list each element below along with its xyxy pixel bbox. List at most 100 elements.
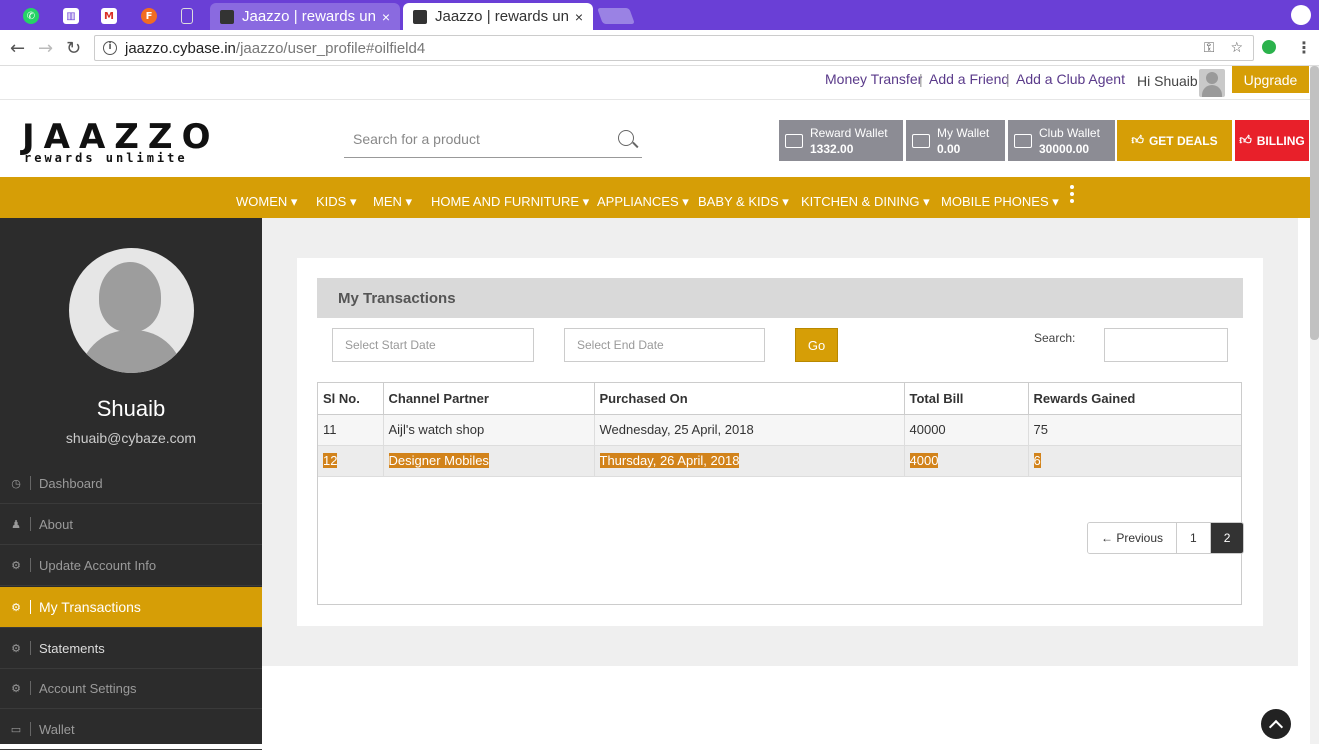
search-icon[interactable] (618, 130, 634, 146)
cell-purchased-on: Wednesday, 25 April, 2018 (594, 414, 905, 446)
feed-tab[interactable]: F (134, 4, 164, 28)
address-bar[interactable]: i jaazzo.cybase.in/jaazzo/user_profile#o… (94, 35, 1254, 61)
key-icon[interactable]: ⚿ (1204, 40, 1215, 56)
category-mobile-phones[interactable]: MOBILE PHONES ▾ (941, 194, 1059, 210)
gear-icon: ⚙ (11, 681, 21, 695)
sidebar-item-dashboard[interactable]: ◷ Dashboard (0, 463, 262, 504)
reward-wallet-value: 1332.00 (810, 141, 854, 156)
add-club-agent-link[interactable]: Add a Club Agent (1016, 71, 1125, 87)
profile-sidebar: Shuaib shuaib@cybaze.com ◷ Dashboard ♟ Abo… (0, 218, 262, 750)
column-header-purchased-on[interactable]: Purchased On (594, 383, 905, 415)
my-wallet-button[interactable]: My Wallet 0.00 (906, 120, 1005, 161)
category-nav: WOMEN ▾ KIDS ▾ MEN ▾ HOME AND FURNITURE … (0, 177, 1310, 218)
add-friend-link[interactable]: Add a Friend (929, 71, 1009, 87)
cell-sl-no: 11 (318, 414, 384, 446)
column-header-rewards-gained[interactable]: Rewards Gained (1028, 383, 1241, 415)
tab-close-icon[interactable]: × (575, 9, 583, 25)
bookmark-star-icon[interactable]: ☆ (1230, 40, 1243, 56)
category-kids[interactable]: KIDS ▾ (316, 194, 356, 210)
sidebar-item-account-settings[interactable]: ⚙ Account Settings (0, 668, 262, 709)
product-search (344, 122, 642, 158)
tab-jaazzo-1[interactable]: Jaazzo | rewards un × (210, 3, 400, 30)
category-women[interactable]: WOMEN ▾ (236, 194, 297, 210)
sidebar-item-update-account-info[interactable]: ⚙ Update Account Info (0, 545, 262, 586)
table-search-input[interactable] (1104, 328, 1228, 362)
gear-icon: ⚙ (11, 641, 21, 655)
forward-arrow-icon[interactable]: → (38, 38, 53, 59)
document-icon (181, 8, 193, 24)
start-date-input[interactable] (332, 328, 534, 362)
user-greeting: Hi Shuaib ! (1137, 73, 1206, 89)
go-button[interactable]: Go (795, 328, 838, 362)
category-men[interactable]: MEN ▾ (373, 194, 412, 210)
thumbs-up-icon: 👍︎ (1239, 133, 1252, 147)
site-info-icon[interactable]: i (103, 41, 117, 55)
gmail-icon: M (101, 8, 117, 24)
table-row[interactable]: 12 Designer Mobiles Thursday, 26 April, … (318, 445, 1241, 477)
jaazzo-favicon-icon (413, 9, 427, 24)
trello-icon: ▥ (63, 8, 79, 24)
url-host: jaazzo.cybase.in (125, 39, 236, 57)
user-avatar[interactable] (1199, 69, 1225, 97)
sidebar-item-statements[interactable]: ⚙ Statements (0, 628, 262, 669)
page-button-1[interactable]: 1 (1177, 523, 1211, 553)
previous-page-button[interactable]: ← Previous (1088, 523, 1178, 553)
tab-title: Jaazzo | rewards un (435, 8, 569, 25)
billing-label: BILLING (1256, 133, 1305, 148)
top-links-bar: Money Transfer | Add a Friend | Add a Cl… (0, 66, 1310, 100)
sidebar-item-my-transactions[interactable]: ⚙ My Transactions (0, 587, 262, 628)
upgrade-button[interactable]: Upgrade (1232, 66, 1309, 93)
my-wallet-value: 0.00 (937, 141, 961, 156)
tab-jaazzo-2[interactable]: Jaazzo | rewards un × (403, 3, 593, 30)
get-deals-button[interactable]: 👍︎ GET DEALS (1117, 120, 1232, 161)
category-kitchen-and-dining[interactable]: KITCHEN & DINING ▾ (801, 194, 930, 210)
tab-title: Jaazzo | rewards un (242, 8, 376, 25)
club-wallet-value: 30000.00 (1039, 141, 1090, 156)
tab-close-icon[interactable]: × (382, 9, 390, 25)
browser-menu-icon[interactable]: ⋮ (1296, 38, 1312, 57)
new-tab-button[interactable] (597, 8, 635, 24)
profile-email: shuaib@cybaze.com (65, 430, 197, 446)
category-appliances[interactable]: APPLIANCES ▾ (597, 194, 689, 210)
table-row[interactable]: 11 Aijl's watch shop Wednesday, 25 April… (318, 414, 1241, 446)
scroll-to-top-button[interactable] (1261, 709, 1291, 739)
logo-tagline: rewards unlimite (24, 151, 188, 165)
profile-avatar (69, 248, 194, 373)
reward-wallet-button[interactable]: Reward Wallet 1332.00 (779, 120, 903, 161)
cell-rewards-gained: 75 (1028, 414, 1241, 446)
jaazzo-logo[interactable]: JAAZZO rewards unlimite (22, 103, 212, 167)
page-scrollbar-thumb[interactable] (1310, 66, 1319, 340)
sidebar-item-about[interactable]: ♟ About (0, 504, 262, 545)
browser-profile-icon[interactable] (1291, 5, 1311, 25)
wallet-icon (1014, 133, 1032, 148)
blank-page-tab[interactable] (172, 4, 202, 28)
cell-purchased-on: Thursday, 26 April, 2018 (599, 453, 740, 468)
money-transfer-link[interactable]: Money Transfer (825, 71, 922, 87)
column-header-total-bill[interactable]: Total Bill (904, 383, 1029, 415)
table-header-row: Sl No. Channel Partner Purchased On Tota… (318, 383, 1241, 415)
gmail-tab[interactable]: M (94, 4, 124, 28)
url-path: /jaazzo/user_profile#oilfield4 (235, 39, 426, 57)
column-header-channel-partner[interactable]: Channel Partner (383, 383, 595, 415)
category-baby-and-kids[interactable]: BABY & KIDS ▾ (698, 194, 789, 210)
gear-icon: ⚙ (11, 600, 21, 614)
category-home-and-furniture[interactable]: HOME AND FURNITURE ▾ (431, 194, 589, 210)
whatsapp-icon: ✆ (23, 8, 39, 24)
back-arrow-icon[interactable]: ← (10, 38, 25, 59)
billing-button[interactable]: 👍︎ BILLING (1235, 120, 1309, 161)
end-date-input[interactable] (564, 328, 765, 362)
page-button-2[interactable]: 2 (1210, 523, 1244, 553)
transactions-table: Sl No. Channel Partner Purchased On Tota… (317, 382, 1242, 605)
product-search-input[interactable] (344, 122, 604, 156)
trello-tab[interactable]: ▥ (56, 4, 86, 28)
transactions-title: My Transactions (317, 278, 1243, 318)
extension-icon[interactable] (1262, 40, 1276, 54)
column-header-sl-no[interactable]: Sl No. (318, 383, 384, 415)
club-wallet-button[interactable]: Club Wallet 30000.00 (1008, 120, 1115, 161)
cell-total-bill: 4000 (909, 453, 939, 468)
reload-icon[interactable]: ↻ (66, 38, 81, 59)
more-menu-icon[interactable] (1070, 185, 1074, 207)
whatsapp-tab[interactable]: ✆ (16, 4, 46, 28)
separator: | (1006, 71, 1010, 87)
separator: | (919, 71, 923, 87)
